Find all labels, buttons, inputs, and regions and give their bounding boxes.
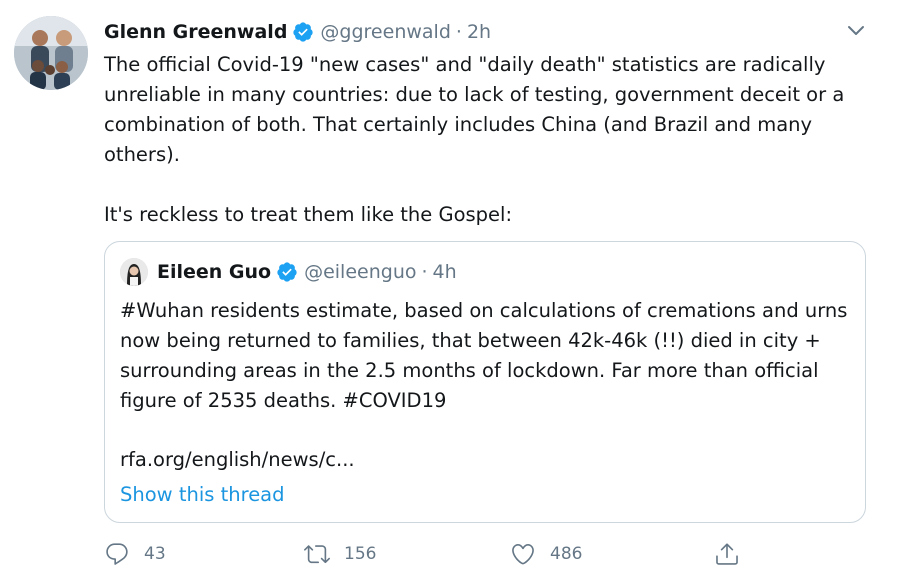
- separator-dot: ·: [455, 21, 462, 43]
- author-name[interactable]: Glenn Greenwald: [104, 21, 287, 43]
- tweet[interactable]: Glenn Greenwald @ggreenwald · 2h The off…: [0, 0, 908, 577]
- chevron-down-icon[interactable]: [842, 16, 870, 44]
- show-thread-link[interactable]: Show this thread: [120, 480, 285, 510]
- quoted-author-name: Eileen Guo: [157, 261, 272, 283]
- quoted-avatar-image: [120, 258, 148, 286]
- quoted-author-avatar[interactable]: [120, 258, 148, 286]
- tweet-timestamp[interactable]: 2h: [467, 21, 491, 43]
- retweet-button[interactable]: 156: [304, 538, 376, 570]
- tweet-actions: 43 156 486: [104, 538, 864, 570]
- quoted-header: Eileen Guo @eileenguo · 4h: [157, 257, 457, 287]
- tweet-header: Glenn Greenwald @ggreenwald · 2h: [104, 17, 491, 47]
- author-handle[interactable]: @ggreenwald: [320, 21, 450, 43]
- quoted-tweet[interactable]: Eileen Guo @eileenguo · 4h #Wuhan reside…: [104, 241, 866, 523]
- quoted-text: #Wuhan residents estimate, based on calc…: [120, 299, 848, 412]
- heart-icon: [510, 541, 536, 567]
- retweet-icon: [304, 541, 330, 567]
- author-avatar[interactable]: [14, 16, 88, 90]
- share-icon: [714, 541, 740, 567]
- reply-count: 43: [144, 544, 166, 564]
- quoted-timestamp: 4h: [432, 261, 457, 283]
- retweet-count: 156: [344, 544, 377, 564]
- quoted-link[interactable]: rfa.org/english/news/c...: [120, 445, 355, 475]
- share-button[interactable]: [714, 538, 740, 570]
- verified-badge-icon: [276, 261, 298, 283]
- quoted-author-handle: @eileenguo: [304, 261, 417, 283]
- verified-badge-icon: [292, 21, 314, 43]
- author-avatar-image: [14, 16, 88, 90]
- like-button[interactable]: 486: [510, 538, 582, 570]
- like-count: 486: [550, 544, 583, 564]
- reply-icon: [104, 541, 130, 567]
- tweet-text: The official Covid-19 "new cases" and "d…: [104, 53, 845, 226]
- separator-dot: ·: [421, 261, 428, 283]
- reply-button[interactable]: 43: [104, 538, 166, 570]
